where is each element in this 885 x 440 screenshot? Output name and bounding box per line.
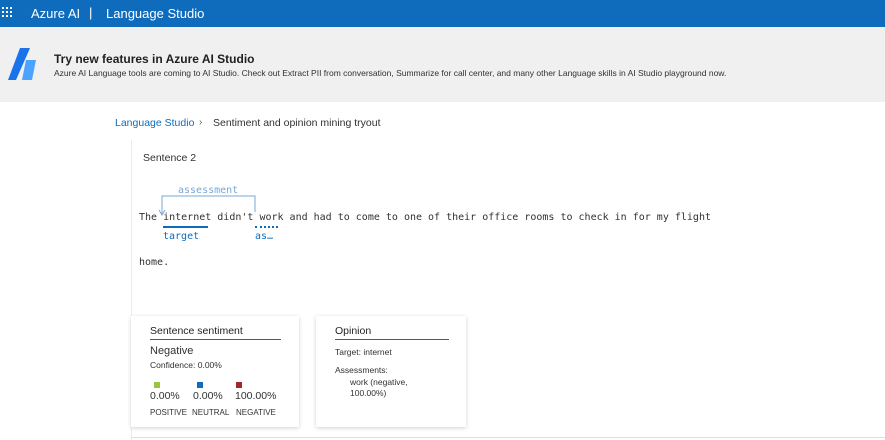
banner-title: Try new features in Azure AI Studio <box>54 52 255 66</box>
sentence-title: Sentence 2 <box>143 152 197 164</box>
target-token[interactable]: internet <box>163 212 211 223</box>
assessment-token[interactable]: work <box>259 212 283 223</box>
neutral-score: 0.00% <box>193 390 223 402</box>
negative-label: NEGATIVE <box>236 408 276 417</box>
app-launcher-icon[interactable] <box>2 7 12 19</box>
sentence-prefix: The <box>139 212 164 223</box>
product-name[interactable]: Language Studio <box>106 6 204 21</box>
brand-name[interactable]: Azure AI <box>31 6 80 21</box>
negative-legend-swatch <box>236 382 242 388</box>
sentence-middle: didn't <box>211 212 260 223</box>
content-bottom-divider <box>131 437 885 438</box>
assessment-value: work (negative, 100.00%) <box>350 377 408 398</box>
assessments-heading: Assessments: <box>335 365 388 375</box>
positive-score: 0.00% <box>150 390 180 402</box>
assessment-underline <box>255 226 278 228</box>
assessment-label: as… <box>255 231 274 242</box>
sentence-rest: and had to come to one of their office r… <box>283 212 711 223</box>
confidence-value: Confidence: 0.00% <box>150 360 222 370</box>
target-label: target <box>163 231 200 242</box>
header-separator: | <box>89 5 93 20</box>
opinion-card-title: Opinion <box>335 325 449 340</box>
sentiment-value: Negative <box>150 345 194 357</box>
positive-legend-swatch <box>154 382 160 388</box>
sentence-sentiment-card: Sentence sentiment Negative Confidence: … <box>131 316 299 427</box>
azure-ai-studio-logo-icon <box>8 48 36 80</box>
breadcrumb-language-studio[interactable]: Language Studio <box>115 117 194 129</box>
opinion-card: Opinion Target: internet Assessments: wo… <box>316 316 466 427</box>
positive-label: POSITIVE <box>150 408 187 417</box>
breadcrumb-current: Sentiment and opinion mining tryout <box>213 117 381 129</box>
sentence-text: The internet didn't work and had to come… <box>139 212 711 223</box>
sentiment-card-title: Sentence sentiment <box>150 325 281 340</box>
neutral-label: NEUTRAL <box>192 408 230 417</box>
chevron-right-icon: › <box>199 117 203 128</box>
top-header: Azure AI | Language Studio <box>0 0 885 27</box>
banner-text: Azure AI Language tools are coming to AI… <box>54 68 727 78</box>
negative-score: 100.00% <box>235 390 277 402</box>
sentence-text-line2: home. <box>139 257 170 268</box>
target-underline <box>163 226 208 228</box>
opinion-target: Target: internet <box>335 347 392 357</box>
neutral-legend-swatch <box>197 382 203 388</box>
